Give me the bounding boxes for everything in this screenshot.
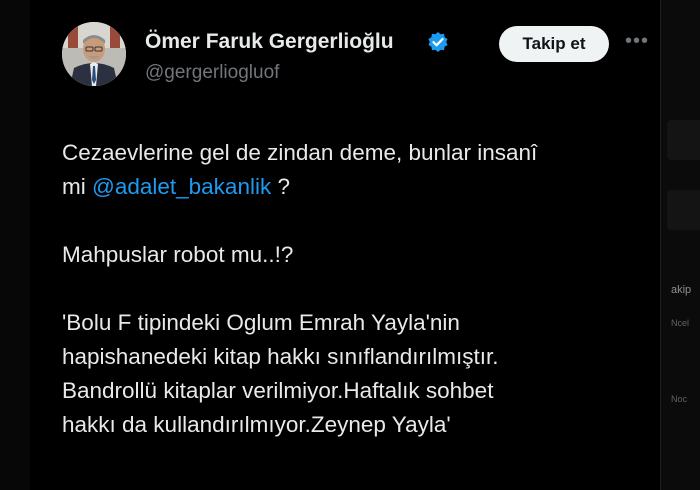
tweet-line: Cezaevlerine gel de zindan deme, bunlar … xyxy=(62,140,538,165)
more-horizontal-icon[interactable]: ••• xyxy=(622,31,652,56)
right-sidebar-edge: akip Ncel Noc xyxy=(661,0,700,490)
tweet-line-text: ? xyxy=(271,174,290,199)
tweet-line: Bandrollü kitaplar verilmiyor.Haftalık s… xyxy=(62,378,494,403)
tweet-line: Mahpuslar robot mu..!? xyxy=(62,242,294,267)
sidebar-snippet: Ncel xyxy=(671,318,690,328)
tweet-line: hapishanedeki kitap hakkı sınıflandırılm… xyxy=(62,344,499,369)
sidebar-card xyxy=(667,190,700,230)
author-name[interactable]: Ömer Faruk Gergerlioğlu xyxy=(145,30,394,54)
tweet-line: mi @adalet_bakanlik ? xyxy=(62,170,642,204)
follow-button[interactable]: Takip et xyxy=(499,26,609,62)
verified-badge-icon xyxy=(428,32,448,52)
mention-link[interactable]: @adalet_bakanlik xyxy=(92,174,271,199)
tweet-text: Cezaevlerine gel de zindan deme, bunlar … xyxy=(62,136,642,442)
left-sidebar-edge xyxy=(0,0,31,490)
sidebar-card xyxy=(667,120,700,160)
tweet-line: hakkı da kullandırılmıyor.Zeynep Yayla' xyxy=(62,412,451,437)
avatar[interactable] xyxy=(62,22,126,86)
profile-photo-icon xyxy=(62,22,126,86)
tweet-line-text: mi xyxy=(62,174,92,199)
sidebar-snippet: akip xyxy=(671,284,692,296)
screen: Ömer Faruk Gergerlioğlu @gergerliogluof … xyxy=(0,0,700,490)
tweet-line: 'Bolu F tipindeki Oglum Emrah Yayla'nin xyxy=(62,310,460,335)
sidebar-snippet: Noc xyxy=(671,394,688,404)
tweet-card: Ömer Faruk Gergerlioğlu @gergerliogluof … xyxy=(30,0,661,490)
author-handle[interactable]: @gergerliogluof xyxy=(145,62,279,84)
